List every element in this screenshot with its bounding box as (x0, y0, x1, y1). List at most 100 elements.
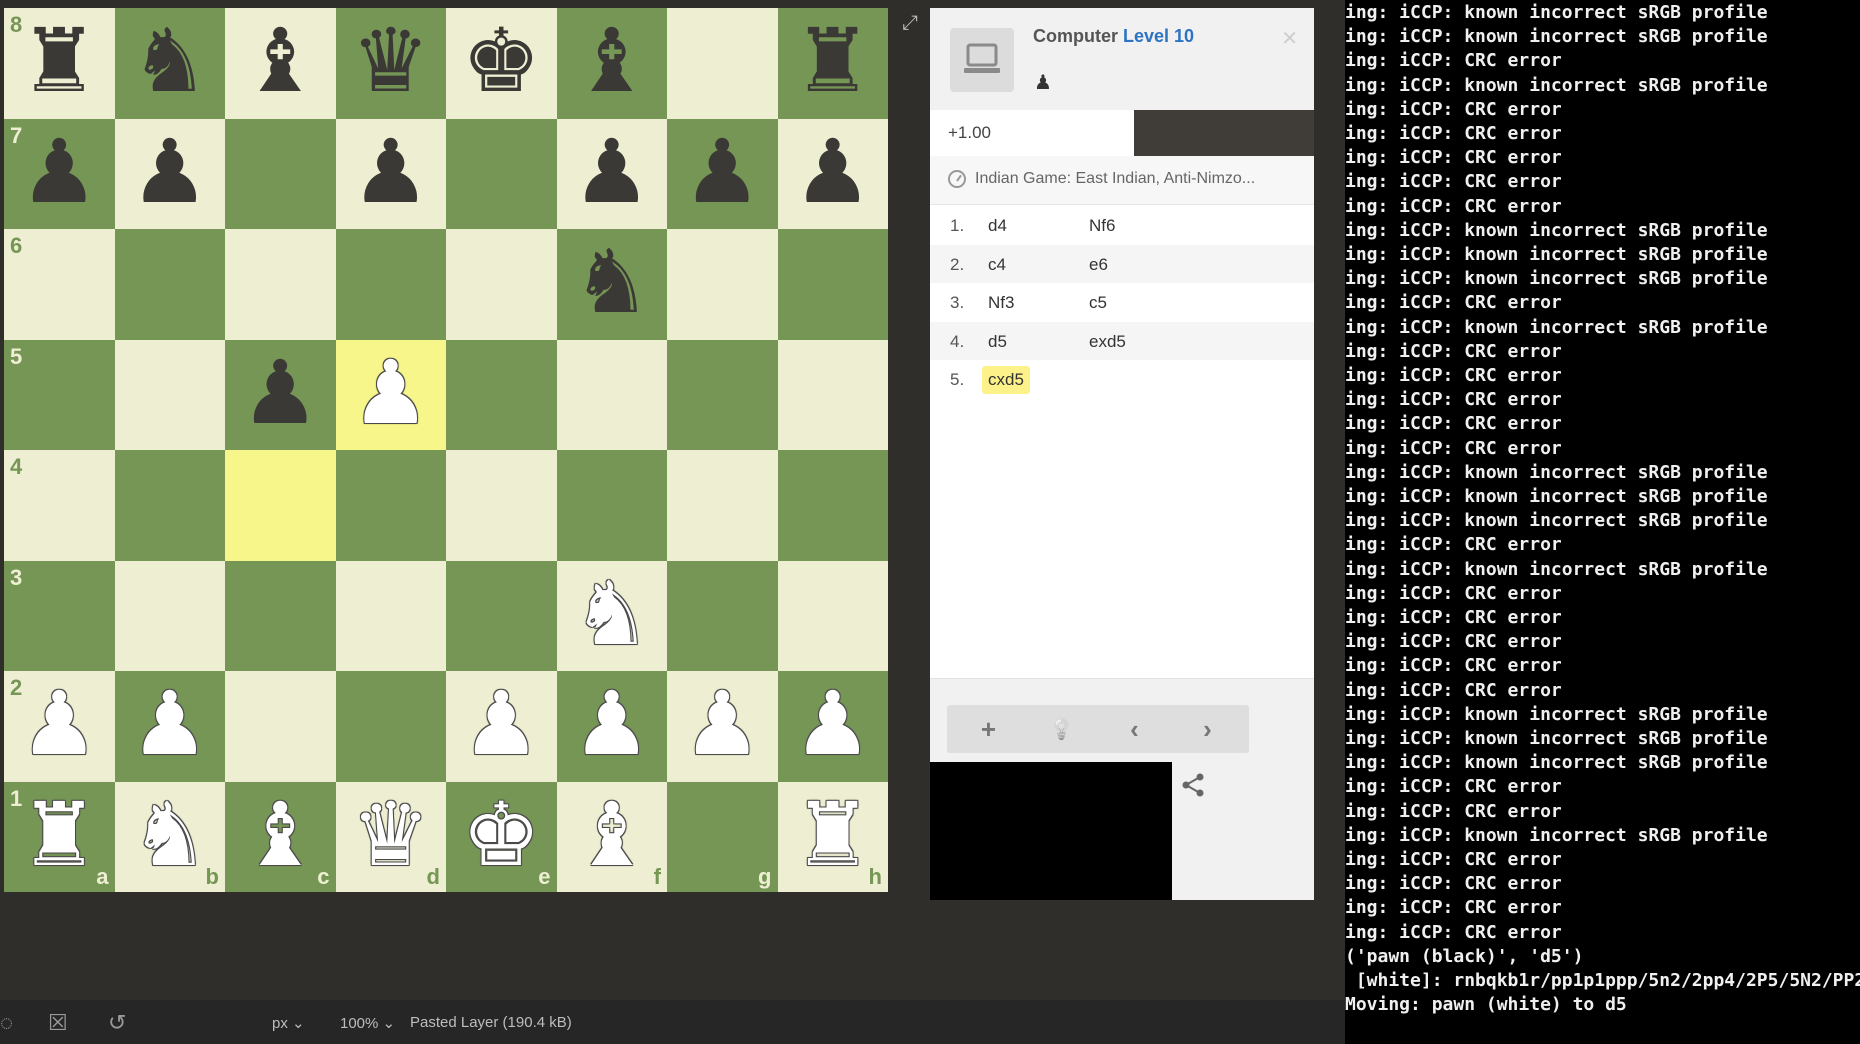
plus-button[interactable]: + (947, 705, 1030, 753)
square-a4[interactable]: 4 (4, 450, 115, 561)
white-pawn-icon[interactable]: ♟ (20, 680, 99, 768)
square-f5[interactable] (556, 339, 667, 450)
black-move[interactable]: Nf6 (1083, 212, 1121, 240)
square-c6[interactable] (225, 229, 336, 340)
square-d8[interactable]: ♛ (335, 8, 446, 119)
square-h3[interactable] (777, 560, 888, 671)
square-b1[interactable]: b ♞ (114, 781, 225, 892)
square-f8[interactable]: ♝ (556, 8, 667, 119)
square-a5[interactable]: 5 (4, 339, 115, 450)
close-icon[interactable]: ✕ (1281, 26, 1298, 51)
unit-select[interactable]: px ⌄ (272, 1014, 305, 1032)
square-h6[interactable] (777, 229, 888, 340)
square-b5[interactable] (114, 339, 225, 450)
square-g5[interactable] (667, 339, 778, 450)
black-king-icon[interactable]: ♚ (462, 17, 541, 105)
white-king-icon[interactable]: ♚ (462, 790, 541, 879)
expand-icon[interactable]: ⤢ (902, 12, 924, 34)
share-icon[interactable] (1180, 772, 1206, 798)
white-pawn-icon[interactable]: ♟ (793, 680, 872, 768)
square-h8[interactable]: ♜ (777, 8, 888, 119)
white-move[interactable]: d4 (982, 212, 1013, 240)
hint-bulb-button[interactable]: 💡 (1020, 705, 1103, 753)
square-a2[interactable]: 2 ♟ (4, 671, 115, 782)
square-f6[interactable]: ♞ (556, 229, 667, 340)
square-b7[interactable]: ♟ (114, 118, 225, 229)
square-a6[interactable]: 6 (4, 229, 115, 340)
white-move[interactable]: cxd5 (982, 366, 1030, 394)
black-pawn-icon[interactable]: ♟ (20, 127, 99, 216)
square-d3[interactable] (335, 560, 446, 671)
black-rook-icon[interactable]: ♜ (20, 17, 99, 105)
square-f2[interactable]: ♟ (556, 671, 667, 782)
black-queen-icon[interactable]: ♛ (351, 17, 430, 105)
black-bishop-icon[interactable]: ♝ (241, 17, 320, 105)
square-g4[interactable] (667, 450, 778, 561)
square-g2[interactable]: ♟ (667, 671, 778, 782)
square-h4[interactable] (777, 450, 888, 561)
white-pawn-icon[interactable]: ♟ (683, 680, 762, 768)
black-knight-icon[interactable]: ♞ (572, 238, 651, 326)
square-h7[interactable]: ♟ (777, 118, 888, 229)
close-box-icon[interactable]: ☒ (48, 1010, 68, 1036)
square-e5[interactable] (446, 339, 557, 450)
square-a3[interactable]: 3 (4, 560, 115, 671)
chevron-left-button[interactable]: ‹ (1093, 705, 1176, 753)
square-c8[interactable]: ♝ (225, 8, 336, 119)
square-e6[interactable] (446, 229, 557, 340)
square-e8[interactable]: ♚ (446, 8, 557, 119)
square-d1[interactable]: d ♛ (335, 781, 446, 892)
zoom-select[interactable]: 100% ⌄ (340, 1014, 395, 1032)
white-rook-icon[interactable]: ♜ (20, 790, 99, 879)
white-bishop-icon[interactable]: ♝ (572, 790, 651, 879)
black-move[interactable]: exd5 (1083, 328, 1132, 356)
square-f3[interactable]: ♞ (556, 560, 667, 671)
black-move[interactable]: e6 (1083, 251, 1114, 279)
square-f4[interactable] (556, 450, 667, 561)
square-d4[interactable] (335, 450, 446, 561)
square-b8[interactable]: ♞ (114, 8, 225, 119)
square-e4[interactable] (446, 450, 557, 561)
square-e2[interactable]: ♟ (446, 671, 557, 782)
white-bishop-icon[interactable]: ♝ (241, 790, 320, 879)
square-g1[interactable]: g (667, 781, 778, 892)
white-move[interactable]: Nf3 (982, 289, 1020, 317)
player-level[interactable]: Level 10 (1123, 26, 1194, 46)
chevron-right-button[interactable]: › (1166, 705, 1249, 753)
square-b2[interactable]: ♟ (114, 671, 225, 782)
black-pawn-icon[interactable]: ♟ (572, 127, 651, 216)
square-c7[interactable] (225, 118, 336, 229)
terminal-output[interactable]: ing: iCCP: known incorrect sRGB profile i… (1345, 0, 1860, 1044)
square-e3[interactable] (446, 560, 557, 671)
square-h1[interactable]: h ♜ (777, 781, 888, 892)
opening-name[interactable]: Indian Game: East Indian, Anti-Nimzo... (975, 170, 1255, 188)
square-c1[interactable]: c ♝ (225, 781, 336, 892)
reset-icon[interactable]: ↺ (108, 1010, 126, 1036)
square-a7[interactable]: 7 ♟ (4, 118, 115, 229)
black-knight-icon[interactable]: ♞ (130, 17, 209, 105)
square-g8[interactable] (667, 8, 778, 119)
square-a8[interactable]: 8 ♜ (4, 8, 115, 119)
black-rook-icon[interactable]: ♜ (793, 17, 872, 105)
black-pawn-icon[interactable]: ♟ (351, 127, 430, 216)
square-c5[interactable]: ♟ (225, 339, 336, 450)
square-e1[interactable]: e ♚ (446, 781, 557, 892)
square-f1[interactable]: f ♝ (556, 781, 667, 892)
white-rook-icon[interactable]: ♜ (793, 790, 872, 879)
square-b3[interactable] (114, 560, 225, 671)
square-g6[interactable] (667, 229, 778, 340)
circle-icon[interactable]: ◌ (0, 1010, 13, 1036)
white-pawn-icon[interactable]: ♟ (572, 680, 651, 768)
white-knight-icon[interactable]: ♞ (572, 569, 651, 658)
square-d2[interactable] (335, 671, 446, 782)
chess-board[interactable]: 8 ♜ ♞ ♝ ♛ ♚ ♝ ♜ 7 ♟ ♟ ♟ ♟ ♟ ♟ 6 ♞ 5 ♟ ♟ 4 3 ♞ 2 ♟ ♟ ♟ ♟ ♟ ♟ 1 a ♜ b ♞ c ♝ d ♛ e… (4, 8, 888, 892)
square-c2[interactable] (225, 671, 336, 782)
black-pawn-icon[interactable]: ♟ (793, 127, 872, 216)
black-pawn-icon[interactable]: ♟ (683, 127, 762, 216)
square-g3[interactable] (667, 560, 778, 671)
white-pawn-icon[interactable]: ♟ (351, 348, 430, 437)
white-pawn-icon[interactable]: ♟ (462, 680, 541, 768)
black-pawn-icon[interactable]: ♟ (130, 127, 209, 216)
square-g7[interactable]: ♟ (667, 118, 778, 229)
square-b4[interactable] (114, 450, 225, 561)
